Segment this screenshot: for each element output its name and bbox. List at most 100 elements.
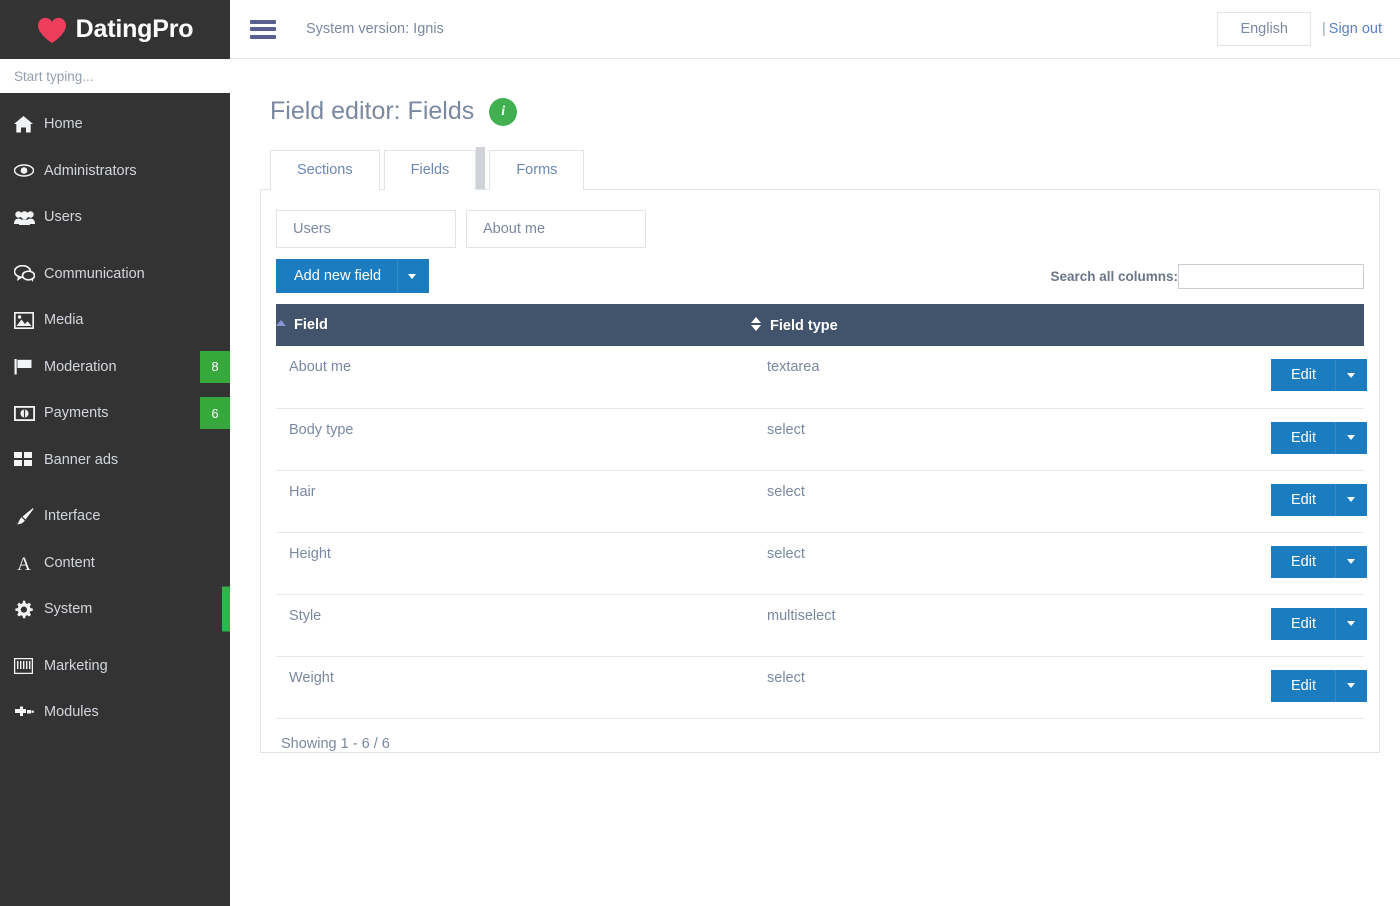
active-indicator bbox=[222, 586, 230, 632]
sidebar-item-administrators[interactable]: Administrators bbox=[0, 148, 230, 195]
sidebar-item-system[interactable]: System bbox=[0, 586, 230, 633]
tab-bar: Sections Fields Forms bbox=[270, 147, 1380, 190]
sidebar-item-label: Users bbox=[44, 209, 82, 226]
cell-field: About me bbox=[276, 346, 751, 409]
sidebar-item-modules[interactable]: Modules bbox=[0, 689, 230, 736]
letter-a-icon: A bbox=[14, 554, 44, 572]
cell-field-type-label: select bbox=[767, 545, 805, 562]
sidebar-item-banner-ads[interactable]: Banner ads bbox=[0, 437, 230, 484]
cell-field-type-label: select bbox=[767, 669, 805, 686]
edit-button[interactable]: Edit bbox=[1271, 483, 1335, 516]
table-row: Weight select Edit bbox=[276, 656, 1367, 719]
edit-dropdown-toggle[interactable] bbox=[1335, 421, 1367, 454]
edit-button[interactable]: Edit bbox=[1271, 359, 1335, 391]
sidebar-item-label: Marketing bbox=[44, 657, 108, 674]
sort-ascending-icon bbox=[276, 320, 286, 326]
tab-sections[interactable]: Sections bbox=[270, 150, 380, 190]
sidebar-item-moderation[interactable]: Moderation 8 bbox=[0, 344, 230, 391]
row-actions: Edit bbox=[1271, 545, 1367, 578]
sidebar-item-communication[interactable]: Communication bbox=[0, 251, 230, 298]
sign-out-link[interactable]: | Sign out bbox=[1322, 21, 1382, 37]
sidebar-item-label: Interface bbox=[44, 508, 101, 525]
sidebar-item-marketing[interactable]: Marketing bbox=[0, 643, 230, 690]
table-footer-info: Showing 1 - 6 / 6 bbox=[281, 735, 390, 752]
column-header-field[interactable]: Field bbox=[276, 304, 751, 346]
row-actions: Edit bbox=[1271, 359, 1367, 391]
cell-field-type: select Edit bbox=[751, 656, 1367, 719]
sidebar-item-label: Payments bbox=[44, 405, 109, 422]
brand-name: DatingPro bbox=[75, 15, 194, 43]
sidebar-item-label: Administrators bbox=[44, 162, 137, 179]
chevron-down-icon bbox=[1347, 435, 1355, 440]
tab-fields[interactable]: Fields bbox=[383, 150, 477, 190]
tab-divider bbox=[476, 147, 486, 189]
edit-dropdown-toggle[interactable] bbox=[1335, 359, 1367, 391]
brand-logo[interactable]: DatingPro bbox=[0, 0, 230, 59]
filter-section-users[interactable]: Users bbox=[276, 210, 456, 248]
sidebar-item-payments[interactable]: Payments 6 bbox=[0, 390, 230, 437]
page-header: Field editor: Fields i bbox=[250, 59, 1380, 126]
edit-button[interactable]: Edit bbox=[1271, 607, 1335, 640]
info-icon[interactable]: i bbox=[489, 97, 518, 126]
cell-field-type: select Edit bbox=[751, 408, 1367, 471]
cell-field-type-label: select bbox=[767, 483, 805, 500]
cell-field: Hair bbox=[276, 470, 751, 533]
row-actions: Edit bbox=[1271, 669, 1367, 702]
column-header-field-type[interactable]: Field type bbox=[751, 304, 1364, 346]
main-content: Field editor: Fields i Sections Fields F… bbox=[230, 59, 1400, 906]
sidebar-badge-payments: 6 bbox=[200, 397, 230, 430]
sidebar-item-interface[interactable]: Interface bbox=[0, 493, 230, 540]
cell-field-type-label: multiselect bbox=[767, 607, 836, 624]
fields-table: Field Field type About me textarea Edit bbox=[276, 304, 1367, 719]
sidebar-item-users[interactable]: Users bbox=[0, 194, 230, 241]
sidebar-item-label: Banner ads bbox=[44, 451, 119, 468]
row-actions: Edit bbox=[1271, 607, 1367, 640]
system-version-label: System version: Ignis bbox=[306, 21, 444, 37]
search-all-columns-input[interactable] bbox=[1178, 263, 1364, 289]
chevron-down-icon bbox=[408, 273, 417, 279]
tab-forms[interactable]: Forms bbox=[489, 150, 585, 190]
edit-dropdown-toggle[interactable] bbox=[1335, 483, 1367, 516]
hamburger-line bbox=[250, 27, 276, 31]
edit-button[interactable]: Edit bbox=[1271, 669, 1335, 702]
sidebar-item-content[interactable]: A Content bbox=[0, 540, 230, 587]
chevron-down-icon bbox=[1347, 497, 1355, 502]
sidebar-item-label: Media bbox=[44, 312, 84, 329]
cell-field: Weight bbox=[276, 656, 751, 719]
sidebar-item-media[interactable]: Media bbox=[0, 297, 230, 344]
heart-icon bbox=[37, 17, 67, 44]
paintbrush-icon bbox=[14, 507, 44, 525]
add-new-field-dropdown-toggle[interactable] bbox=[397, 259, 430, 293]
sidebar-item-label: System bbox=[44, 601, 93, 618]
language-button[interactable]: English bbox=[1217, 12, 1311, 46]
hamburger-icon[interactable] bbox=[250, 19, 276, 39]
edit-dropdown-toggle[interactable] bbox=[1335, 607, 1367, 640]
sidebar-item-home[interactable]: Home bbox=[0, 101, 230, 148]
top-bar: System version: Ignis English | Sign out bbox=[230, 0, 1400, 59]
edit-dropdown-toggle[interactable] bbox=[1335, 545, 1367, 578]
barcode-icon bbox=[14, 657, 44, 674]
sidebar-item-label: Communication bbox=[44, 265, 145, 282]
cell-field-type: select Edit bbox=[751, 470, 1367, 533]
edit-button[interactable]: Edit bbox=[1271, 545, 1335, 578]
edit-button[interactable]: Edit bbox=[1271, 421, 1335, 454]
table-row: About me textarea Edit bbox=[276, 346, 1367, 409]
home-icon bbox=[14, 115, 44, 133]
sign-out-separator: | bbox=[1322, 21, 1326, 37]
flag-icon bbox=[14, 358, 44, 375]
money-icon bbox=[14, 405, 44, 421]
search-all-columns: Search all columns: bbox=[1050, 263, 1364, 289]
edit-dropdown-toggle[interactable] bbox=[1335, 669, 1367, 702]
cell-field-type-label: select bbox=[767, 421, 805, 438]
sidebar: DatingPro Home Administrators Us bbox=[0, 0, 230, 906]
svg-text:A: A bbox=[17, 554, 31, 572]
eye-icon bbox=[14, 164, 44, 177]
add-new-field-button[interactable]: Add new field bbox=[276, 259, 398, 293]
search-label: Search all columns: bbox=[1050, 268, 1178, 284]
search-input[interactable] bbox=[0, 59, 230, 93]
sidebar-badge-moderation: 8 bbox=[200, 350, 230, 383]
table-row: Hair select Edit bbox=[276, 470, 1367, 533]
puzzle-icon bbox=[14, 704, 44, 721]
cell-field-type-label: textarea bbox=[767, 359, 820, 375]
filter-section-about-me[interactable]: About me bbox=[466, 210, 646, 248]
